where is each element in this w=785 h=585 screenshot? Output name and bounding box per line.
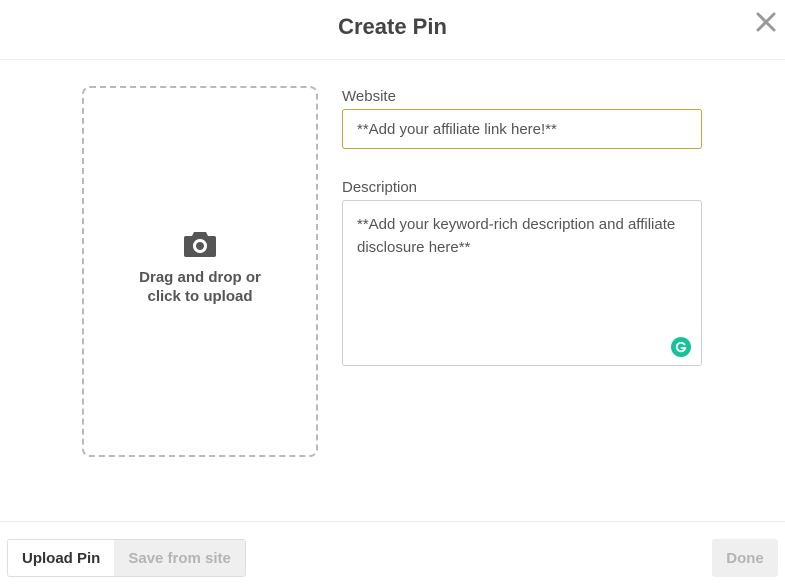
grammarly-icon (675, 341, 687, 353)
close-button[interactable] (752, 8, 780, 36)
website-label: Website (342, 88, 396, 105)
pin-source-tabs: Upload Pin Save from site (7, 539, 246, 577)
modal-header: Create Pin (0, 0, 785, 60)
close-icon (756, 12, 776, 32)
tab-upload-pin[interactable]: Upload Pin (8, 540, 115, 576)
modal-title: Create Pin (338, 14, 447, 39)
upload-instructions: Drag and drop or click to upload (139, 268, 261, 305)
tab-save-from-site[interactable]: Save from site (114, 540, 245, 576)
camera-icon (184, 231, 216, 257)
image-upload-dropzone[interactable]: Drag and drop or click to upload (82, 86, 318, 457)
description-field (342, 200, 702, 366)
grammarly-button[interactable] (671, 337, 691, 357)
description-label: Description (342, 179, 418, 196)
done-button[interactable]: Done (712, 539, 778, 577)
description-textarea[interactable] (343, 201, 701, 365)
website-input[interactable] (342, 109, 702, 149)
